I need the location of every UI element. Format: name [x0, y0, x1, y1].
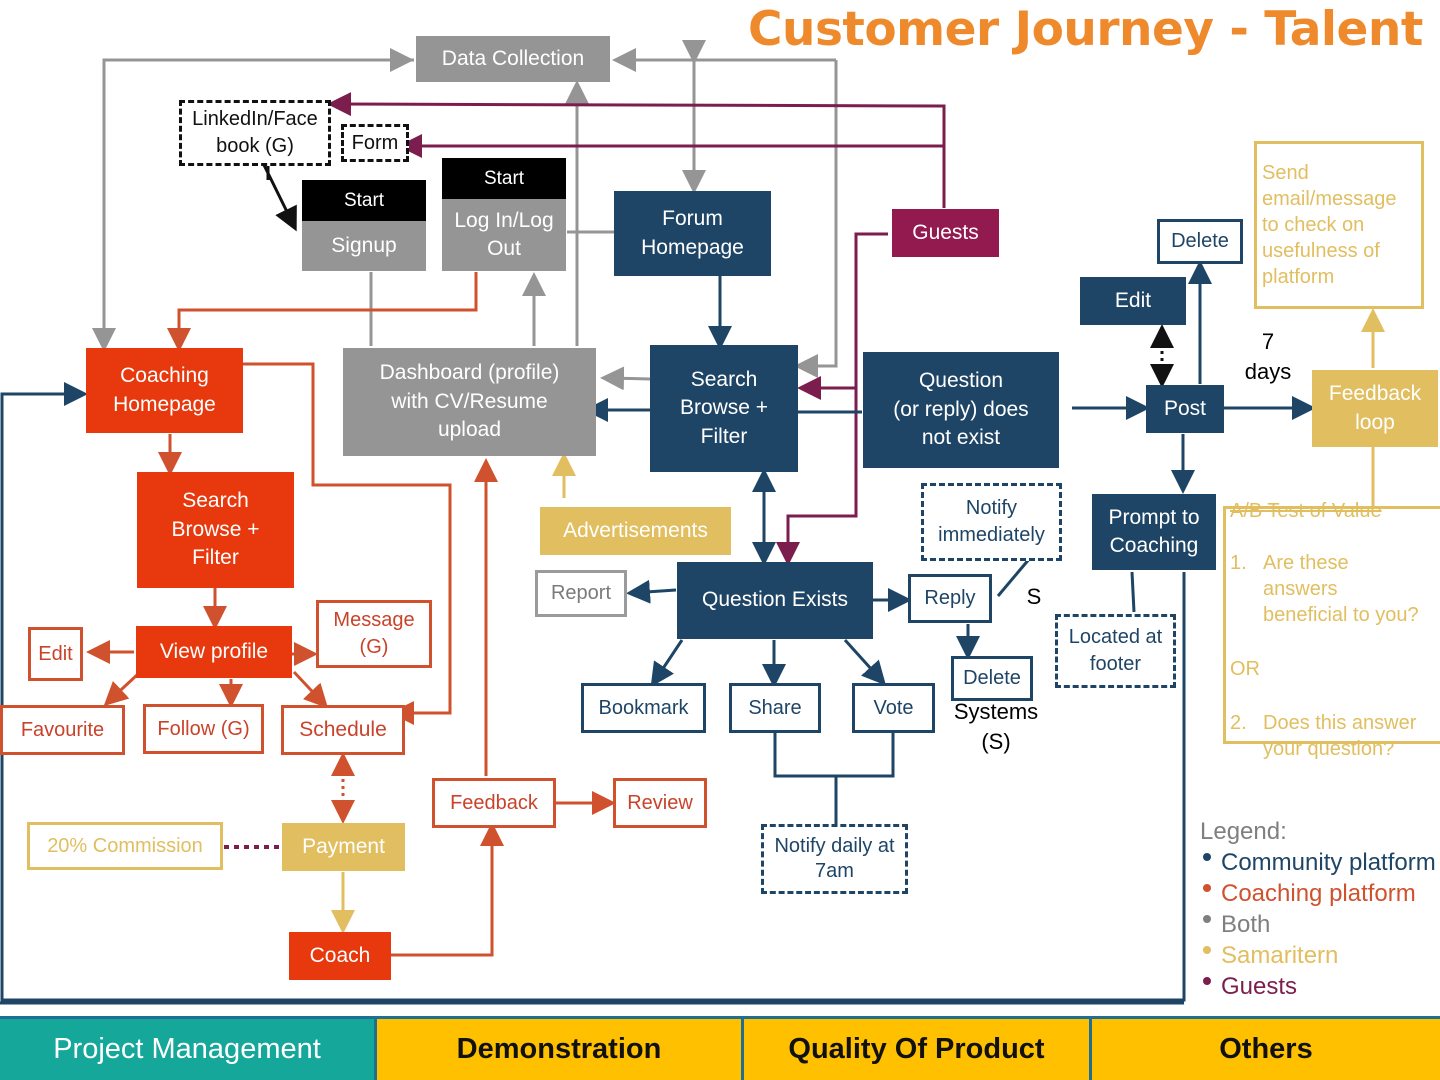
- login-logout-node[interactable]: Log In/Log Out: [442, 199, 566, 271]
- linkedin-facebook-node[interactable]: LinkedIn/Face book (G): [179, 100, 331, 166]
- advertisements-node[interactable]: Advertisements: [540, 507, 731, 555]
- coaching-search-browse-filter-node[interactable]: Search Browse + Filter: [137, 472, 294, 588]
- tab-project-management[interactable]: Project Management: [0, 1019, 377, 1080]
- forum-homepage-node[interactable]: Forum Homepage: [614, 191, 771, 276]
- legend-item-community: Community platform: [1200, 847, 1436, 878]
- favourite-node[interactable]: Favourite: [0, 705, 125, 755]
- guests-node[interactable]: Guests: [892, 209, 999, 257]
- delete-reply-node[interactable]: Delete: [951, 656, 1033, 701]
- legend-item-coaching: Coaching platform: [1200, 878, 1436, 909]
- login-start-label: Start: [442, 158, 566, 199]
- post-node[interactable]: Post: [1146, 385, 1224, 433]
- bookmark-node[interactable]: Bookmark: [581, 683, 706, 733]
- legend: Legend: Community platform Coaching plat…: [1200, 816, 1436, 1002]
- notify-immediately-node[interactable]: Notify immediately: [921, 483, 1062, 561]
- tab-demonstration[interactable]: Demonstration: [377, 1019, 744, 1080]
- ab-test-title: A/B Test of Value: [1230, 500, 1382, 522]
- ab-question-1: Are these answers beneficial to you?: [1263, 552, 1419, 626]
- legend-title: Legend:: [1200, 818, 1287, 845]
- ab-question-2: Does this answer your question?: [1263, 712, 1417, 760]
- coaching-edit-node[interactable]: Edit: [28, 627, 83, 681]
- legend-label: Guests: [1221, 973, 1298, 1000]
- notify-daily-node[interactable]: Notify daily at 7am: [761, 824, 908, 894]
- schedule-node[interactable]: Schedule: [281, 705, 405, 755]
- seven-days-label: 7 days: [1244, 329, 1292, 384]
- bullet-icon: [1203, 945, 1211, 954]
- edit-post-node[interactable]: Edit: [1080, 277, 1186, 325]
- coach-node[interactable]: Coach: [289, 932, 391, 980]
- commission-node[interactable]: 20% Commission: [27, 822, 223, 870]
- legend-item-both: Both: [1200, 909, 1436, 940]
- legend-label: Samaritern: [1221, 942, 1339, 969]
- report-node[interactable]: Report: [535, 570, 627, 617]
- vote-node[interactable]: Vote: [852, 683, 935, 733]
- tab-quality-of-product[interactable]: Quality Of Product: [744, 1019, 1092, 1080]
- forum-search-browse-filter-node[interactable]: Search Browse + Filter: [650, 345, 798, 472]
- payment-node[interactable]: Payment: [282, 823, 405, 871]
- page-title: Customer Journey - Talent Po: [748, 2, 1440, 57]
- legend-item-guests: Guests: [1200, 971, 1436, 1002]
- ab-q2-number: 2.: [1230, 712, 1247, 734]
- question-not-exist-node[interactable]: Question (or reply) does not exist: [863, 352, 1059, 468]
- dashboard-node[interactable]: Dashboard (profile) with CV/Resume uploa…: [343, 348, 596, 456]
- legend-label: Both: [1221, 911, 1271, 938]
- signup-start-label: Start: [302, 180, 426, 221]
- delete-post-node[interactable]: Delete: [1157, 219, 1243, 264]
- legend-label: Community platform: [1221, 849, 1436, 876]
- located-at-footer-node[interactable]: Located at footer: [1055, 614, 1176, 688]
- share-node[interactable]: Share: [729, 683, 821, 733]
- bullet-icon: [1203, 914, 1211, 923]
- data-collection-node[interactable]: Data Collection: [416, 36, 610, 82]
- tab-others[interactable]: Others: [1092, 1019, 1440, 1080]
- ab-q1-number: 1.: [1230, 552, 1247, 574]
- form-node[interactable]: Form: [341, 124, 409, 162]
- question-exists-node[interactable]: Question Exists: [677, 562, 873, 639]
- legend-label: Coaching platform: [1221, 880, 1416, 907]
- feedback-node[interactable]: Feedback: [432, 778, 556, 828]
- systems-label: Systems (S): [953, 699, 1039, 754]
- message-node[interactable]: Message (G): [316, 600, 432, 668]
- ab-or-label: OR: [1230, 658, 1260, 680]
- follow-node[interactable]: Follow (G): [143, 704, 264, 754]
- prompt-to-coaching-node[interactable]: Prompt to Coaching: [1092, 494, 1216, 570]
- bullet-icon: [1203, 852, 1211, 861]
- bullet-icon: [1203, 883, 1211, 892]
- view-profile-node[interactable]: View profile: [136, 626, 292, 678]
- feedback-loop-node[interactable]: Feedback loop: [1312, 370, 1438, 447]
- coaching-homepage-node[interactable]: Coaching Homepage: [86, 348, 243, 433]
- s-label: S: [1026, 584, 1042, 609]
- bullet-icon: [1203, 976, 1211, 985]
- signup-node[interactable]: Signup: [302, 221, 426, 271]
- legend-item-samaritern: Samaritern: [1200, 940, 1436, 971]
- send-email-node[interactable]: Send email/message to check on usefulnes…: [1254, 141, 1424, 309]
- review-node[interactable]: Review: [613, 778, 707, 828]
- reply-node[interactable]: Reply: [908, 574, 992, 623]
- bottom-tab-bar: Project Management Demonstration Quality…: [0, 1016, 1440, 1080]
